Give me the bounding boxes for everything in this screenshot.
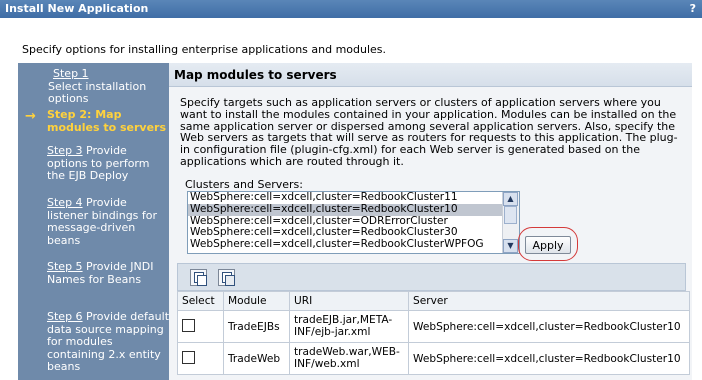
row-checkbox[interactable]: [182, 318, 195, 332]
module-cell: TradeWeb: [223, 342, 290, 375]
uri-cell: tradeWeb.war,WEB- INF/web.xml: [289, 342, 409, 375]
clusters-servers-label: Clusters and Servers:: [185, 178, 303, 191]
uri-cell: tradeEJB.jar,META- INF/ejb-jar.xml: [289, 310, 409, 343]
server-cell: WebSphere:cell=xdcell,cluster=RedbookClu…: [408, 310, 690, 343]
window-title: Install New Application: [5, 2, 149, 15]
table-toolbar: [177, 263, 686, 291]
step-1: Step 1 Select installation options: [18, 67, 169, 106]
table-row: TradeEJBs tradeEJB.jar,META- INF/ejb-jar…: [177, 310, 690, 343]
col-select: Select: [177, 291, 224, 311]
window-title-bar: Install New Application ?: [0, 0, 702, 18]
step-4: Step 4 Provide listener bindings for mes…: [18, 196, 169, 247]
row-checkbox[interactable]: [182, 350, 195, 364]
step-1-text: Select installation options: [48, 79, 147, 105]
step-6: Step 6 Provide default data source mappi…: [18, 310, 169, 374]
scroll-down-icon[interactable]: ▼: [503, 239, 518, 253]
panel-title: Map modules to servers: [169, 63, 692, 87]
page-description: Specify options for installing enterpris…: [22, 43, 387, 56]
col-server: Server: [408, 291, 690, 311]
step-5-link[interactable]: Step 5: [47, 260, 83, 273]
step-6-link[interactable]: Step 6: [47, 310, 83, 323]
map-modules-panel: Map modules to servers Specify targets s…: [169, 63, 692, 380]
apply-button[interactable]: Apply: [525, 236, 571, 254]
step-1-link[interactable]: Step 1: [53, 67, 89, 80]
step-5: Step 5 Provide JNDI Names for Beans: [18, 260, 169, 286]
col-module: Module: [223, 291, 290, 311]
step-3: Step 3 Provide options to perform the EJ…: [18, 144, 169, 183]
server-cell: WebSphere:cell=xdcell,cluster=RedbookClu…: [408, 342, 690, 375]
table-row: TradeWeb tradeWeb.war,WEB- INF/web.xml W…: [177, 342, 690, 375]
wizard-steps-sidebar: Step 1 Select installation options → Ste…: [18, 63, 169, 380]
clusters-servers-listbox[interactable]: WebSphere:cell=xdcell,cluster=RedbookClu…: [187, 191, 520, 254]
step-2-current: Step 2: Map modules to servers: [18, 108, 169, 134]
scroll-up-icon[interactable]: ▲: [503, 192, 518, 206]
panel-description: Specify targets such as application serv…: [180, 96, 678, 168]
listbox-scrollbar[interactable]: ▲ ▼: [502, 192, 519, 253]
help-icon[interactable]: ?: [690, 0, 696, 18]
deselect-all-icon[interactable]: [218, 269, 235, 286]
col-uri: URI: [289, 291, 409, 311]
select-all-icon[interactable]: [190, 269, 207, 286]
cluster-option-selected[interactable]: WebSphere:cell=xdcell,cluster=RedbookClu…: [188, 203, 519, 216]
select-cell: [177, 310, 224, 343]
scrollbar-thumb[interactable]: [504, 206, 517, 224]
module-cell: TradeEJBs: [223, 310, 290, 343]
modules-table: Select Module URI Server TradeEJBs trade…: [177, 291, 690, 375]
step-3-link[interactable]: Step 3: [47, 144, 83, 157]
cluster-option[interactable]: WebSphere:cell=xdcell,cluster=RedbookClu…: [188, 238, 519, 251]
select-cell: [177, 342, 224, 375]
step-2-label: Step 2: Map modules to servers: [47, 108, 167, 134]
step-4-link[interactable]: Step 4: [47, 196, 83, 209]
table-header-row: Select Module URI Server: [177, 291, 690, 311]
